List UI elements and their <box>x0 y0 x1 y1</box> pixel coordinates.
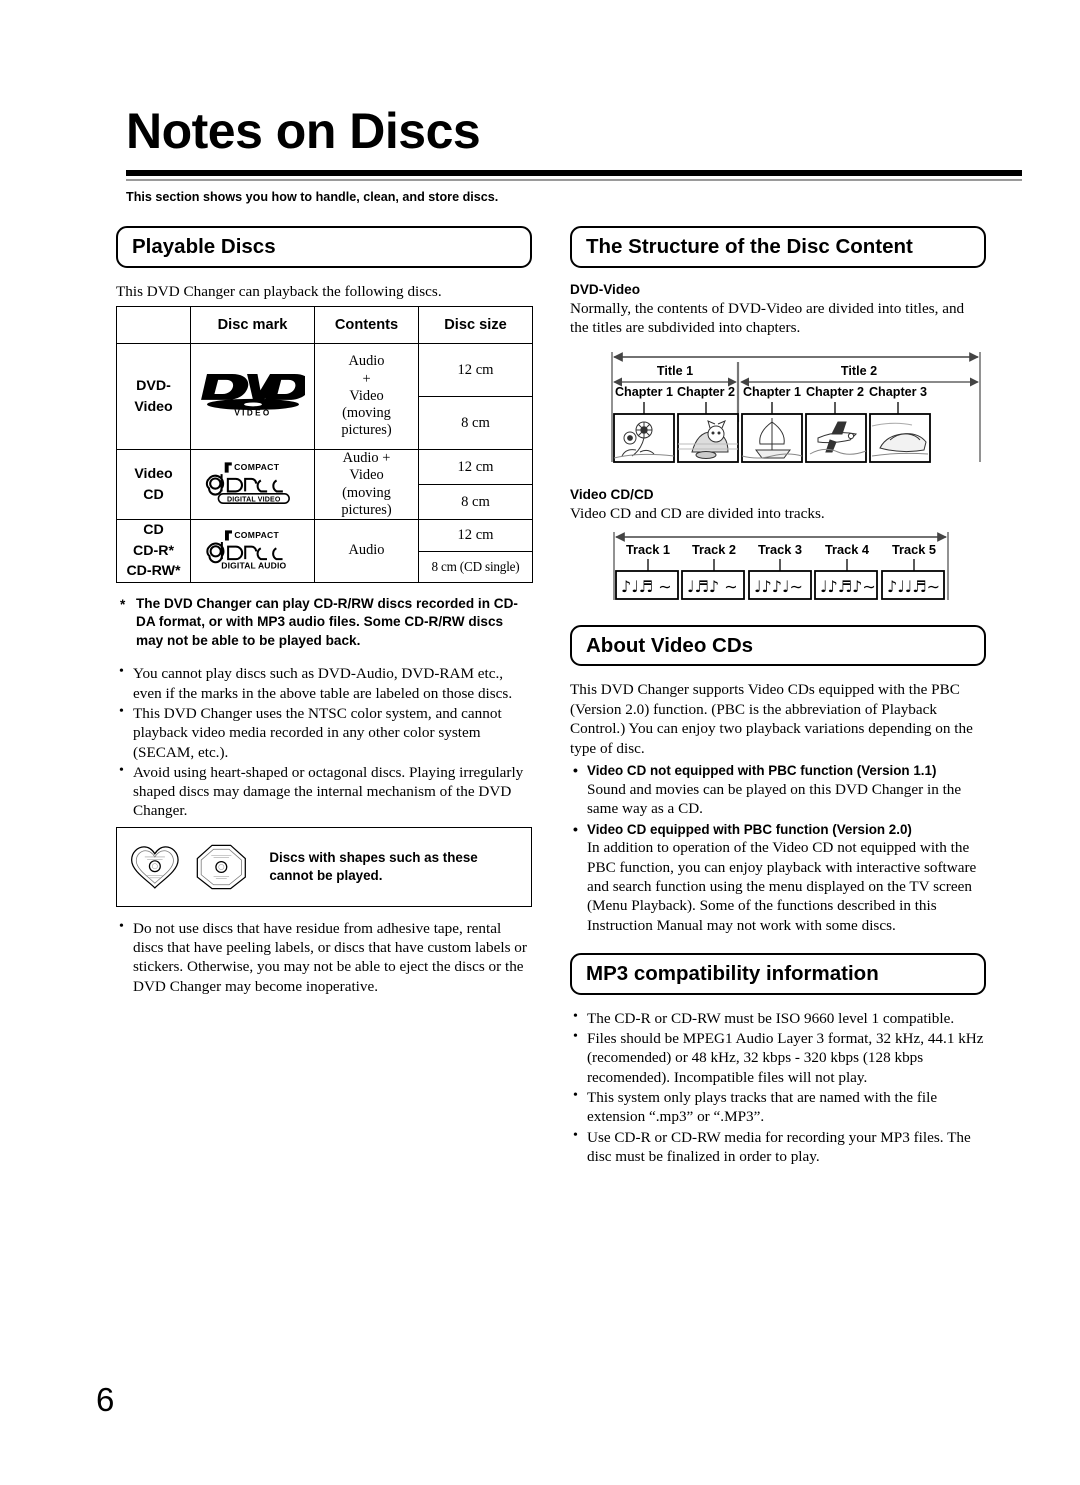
category-label-line3: CD-RW* <box>126 563 181 580</box>
track-5-label: Track 5 <box>892 542 936 557</box>
table-row-video-cd: Video CD COMPACT DIGITAL VIDEO Audio + V… <box>116 449 533 521</box>
list-item: Do not use discs that have residue from … <box>116 918 532 996</box>
playable-discs-table: Disc mark Contents Disc size DVD- Video <box>116 306 533 583</box>
playable-discs-footnote: The DVD Changer can play CD-R/RW discs r… <box>116 595 532 650</box>
title-rule-thick <box>126 170 1022 176</box>
category-label-line2: CD <box>143 486 164 503</box>
cell-mark-video-cd: COMPACT DIGITAL VIDEO <box>190 449 315 521</box>
table-row-dvd-video: DVD- Video VIDEO Audio + Video (moving p… <box>116 343 533 451</box>
list-item: Video CD not equipped with PBC function … <box>570 761 986 818</box>
title-1-label: Title 1 <box>657 364 693 378</box>
list-item: Files should be MPEG1 Audio Layer 3 form… <box>570 1028 986 1087</box>
cell-contents-cd: Audio <box>314 519 419 583</box>
track-1-label: Track 1 <box>626 542 670 557</box>
playable-discs-lead: This DVD Changer can playback the follow… <box>116 282 442 300</box>
title-1-chapter-1-label: Chapter 1 <box>615 385 673 399</box>
disc-shape-warning-caption: Discs with shapes such as these cannot b… <box>269 850 478 883</box>
playable-discs-bullet-list-after: Do not use discs that have residue from … <box>116 918 532 996</box>
item-title: Video CD equipped with PBC function (Ver… <box>587 821 912 837</box>
page-intro-text: This section shows you how to handle, cl… <box>126 190 499 204</box>
document-page: Notes on Discs This section shows you ho… <box>0 0 1080 1485</box>
section-heading-about-video-cds: About Video CDs <box>570 624 986 667</box>
table-header-contents: Contents <box>314 306 419 345</box>
category-label-line1: DVD- <box>136 377 171 394</box>
cell-size-vcd-12cm: 12 cm <box>418 449 533 486</box>
cell-size-cd-12cm: 12 cm <box>418 519 533 552</box>
svg-text:COMPACT: COMPACT <box>234 530 279 540</box>
page-number: 6 <box>96 1381 115 1418</box>
list-item: This system only plays tracks that are n… <box>570 1087 986 1127</box>
title-1-chapter-2-label: Chapter 2 <box>677 385 735 399</box>
title-2-label: Title 2 <box>841 364 877 378</box>
track-4-label: Track 4 <box>825 542 870 557</box>
cell-size-dvd-12cm: 12 cm <box>418 343 533 398</box>
section-heading-playable-discs: Playable Discs <box>116 226 532 268</box>
video-cd-description: Video CD and CD are divided into tracks. <box>570 505 825 523</box>
category-label-line2: CD-R* <box>133 542 174 559</box>
dvd-title-chapter-diagram: Title 1 Title 2 Chapter 1 Chapter 2 Chap… <box>570 346 986 473</box>
svg-text:DIGITAL VIDEO: DIGITAL VIDEO <box>226 496 280 503</box>
cell-category-dvd-video: DVD- Video <box>116 343 191 451</box>
subheading-dvd-video: DVD-Video <box>570 281 640 297</box>
table-header-blank <box>116 306 191 345</box>
list-item: Video CD equipped with PBC function (Ver… <box>570 820 986 936</box>
svg-text:DIGITAL AUDIO: DIGITAL AUDIO <box>221 560 286 570</box>
category-label-line1: Video <box>134 465 173 482</box>
track-1-notes: ♪♩♬ ∼ <box>621 577 672 596</box>
table-header-disc-mark: Disc mark <box>190 306 315 345</box>
about-video-cds-list: Video CD not equipped with PBC function … <box>570 761 986 936</box>
item-body: In addition to operation of the Video CD… <box>587 839 977 934</box>
dvd-video-description: Normally, the contents of DVD-Video are … <box>570 299 965 337</box>
right-column: The Structure of the Disc Content DVD-Vi… <box>570 226 986 1167</box>
track-2-notes: ♩♬♪ ∼ <box>687 577 738 596</box>
heart-shaped-disc-icon <box>131 846 179 889</box>
playable-discs-bullet-list: You cannot play discs such as DVD-Audio,… <box>116 663 532 821</box>
table-header-disc-size: Disc size <box>418 306 533 345</box>
about-video-cds-intro: This DVD Changer supports Video CDs equi… <box>570 681 973 757</box>
track-3-notes: ♩♪♪♩∼ <box>754 577 803 596</box>
title-rule-thin <box>126 179 1022 181</box>
left-column: Playable Discs This DVD Changer can play… <box>116 226 533 997</box>
category-label-line2: Video <box>134 398 173 415</box>
octagonal-disc-icon <box>196 844 246 890</box>
list-item: You cannot play discs such as DVD-Audio,… <box>116 663 532 703</box>
dvd-video-logo: VIDEO <box>200 371 311 422</box>
track-4-notes: ♩♪♬♪∼ <box>820 577 876 596</box>
section-heading-disc-structure: The Structure of the Disc Content <box>570 226 986 268</box>
disc-shape-warning-box: Discs with shapes such as these cannot b… <box>116 826 532 907</box>
cell-size-dvd-8cm: 8 cm <box>418 396 533 451</box>
track-2-label: Track 2 <box>692 542 736 557</box>
cell-category-cd: CD CD-R* CD-RW* <box>116 519 191 583</box>
list-item: The CD-R or CD-RW must be ISO 9660 level… <box>570 1008 986 1028</box>
list-item: Use CD-R or CD-RW media for recording yo… <box>570 1127 986 1167</box>
item-body: Sound and movies can be played on this D… <box>587 780 962 818</box>
category-label-line1: CD <box>143 522 164 539</box>
mp3-bullet-list: The CD-R or CD-RW must be ISO 9660 level… <box>570 1008 986 1167</box>
page-title: Notes on Discs <box>126 103 481 159</box>
cell-size-cd-8cm: 8 cm (CD single) <box>418 550 533 583</box>
item-title: Video CD not equipped with PBC function … <box>587 763 937 779</box>
subheading-video-cd-cd: Video CD/CD <box>570 487 654 503</box>
table-header-row: Disc mark Contents Disc size <box>116 306 533 345</box>
title-2-chapter-3-label: Chapter 3 <box>869 385 927 399</box>
title-2-chapter-1-label: Chapter 1 <box>743 385 801 399</box>
compact-disc-digital-video-logo: COMPACT DIGITAL VIDEO <box>204 460 302 509</box>
cell-mark-cd: COMPACT DIGITAL AUDIO <box>190 519 315 583</box>
track-5-notes: ♪♩♩♬∼ <box>887 577 940 596</box>
cell-contents-video-cd: Audio + Video (moving pictures) <box>314 449 419 521</box>
svg-text:COMPACT: COMPACT <box>234 462 280 472</box>
compact-disc-digital-audio-logo: COMPACT DIGITAL AUDIO <box>204 528 302 575</box>
cell-category-video-cd: Video CD <box>116 449 191 521</box>
table-row-cd: CD CD-R* CD-RW* COMPACT DIGITAL AUDIO Au… <box>116 519 533 583</box>
track-diagram: Track 1 Track 2 Track 3 Track 4 Track 5 <box>570 528 986 611</box>
cell-mark-dvd-video: VIDEO <box>190 343 315 451</box>
track-3-label: Track 3 <box>758 542 802 557</box>
section-heading-mp3-compatibility: MP3 compatibility information <box>570 953 986 995</box>
list-item: Avoid using heart-shaped or octagonal di… <box>116 762 532 821</box>
list-item: This DVD Changer uses the NTSC color sys… <box>116 703 532 762</box>
cell-contents-dvd-video: Audio + Video (moving pictures) <box>314 343 419 451</box>
cell-size-vcd-8cm: 8 cm <box>418 484 533 521</box>
title-2-chapter-2-label: Chapter 2 <box>806 385 864 399</box>
svg-text:VIDEO: VIDEO <box>234 409 271 417</box>
